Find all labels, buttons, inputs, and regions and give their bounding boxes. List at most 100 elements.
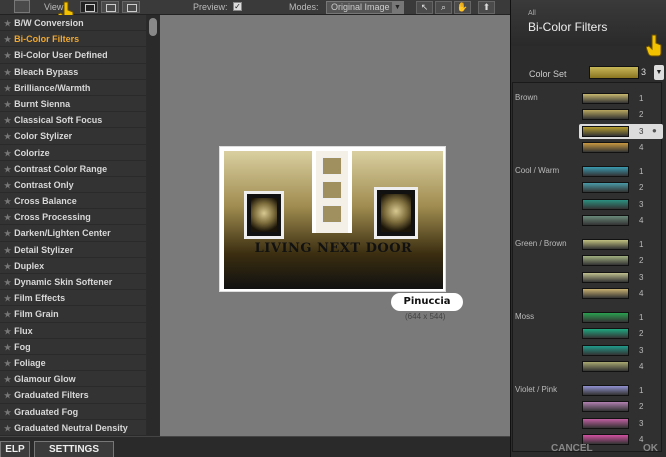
star-icon[interactable]: ★ <box>4 181 11 190</box>
star-icon[interactable]: ★ <box>4 343 11 352</box>
star-icon[interactable]: ★ <box>4 424 11 433</box>
filter-item[interactable]: ★ Film Effects <box>0 290 146 307</box>
color-swatch[interactable] <box>582 312 629 323</box>
color-set-label: Color Set <box>529 69 567 79</box>
star-icon[interactable]: ★ <box>4 262 11 271</box>
filter-item[interactable]: ★ Bi-Color Filters <box>0 31 146 48</box>
single-view-button[interactable] <box>80 1 98 13</box>
color-swatch[interactable] <box>582 360 629 372</box>
filter-item[interactable]: ★ Brilliance/Warmth <box>0 80 146 96</box>
filter-item[interactable]: ★ Detail Stylizer <box>0 242 146 258</box>
star-icon[interactable]: ★ <box>4 19 11 28</box>
filter-item[interactable]: ★ Bi-Color User Defined <box>0 47 146 64</box>
filter-list-scrollbar[interactable] <box>147 15 159 436</box>
filter-item[interactable]: ★ Graduated Neutral Density <box>0 420 146 436</box>
star-icon[interactable]: ★ <box>4 197 11 206</box>
filter-item[interactable]: ★ Colorize <box>0 145 146 161</box>
star-icon[interactable]: ★ <box>4 165 11 174</box>
star-icon[interactable]: ★ <box>4 149 11 158</box>
filter-item[interactable]: ★ Contrast Only <box>0 177 146 194</box>
filter-item[interactable]: ★ Bleach Bypass <box>0 64 146 80</box>
filter-item[interactable]: ★ Classical Soft Focus <box>0 112 146 129</box>
star-icon[interactable]: ★ <box>4 294 11 303</box>
side-by-side-view-button[interactable] <box>122 1 140 13</box>
settings-button[interactable]: SETTINGS <box>34 441 114 457</box>
cancel-button[interactable]: CANCEL <box>551 443 593 454</box>
star-icon[interactable]: ★ <box>4 229 11 238</box>
color-set-swatch[interactable] <box>589 66 639 79</box>
color-swatch[interactable] <box>582 214 629 226</box>
mode-select[interactable]: Original Image ▼ <box>326 1 404 14</box>
star-icon[interactable]: ★ <box>4 213 11 222</box>
left-portrait-frame <box>244 191 284 239</box>
star-icon[interactable]: ★ <box>4 278 11 287</box>
panel-title: Bi-Color Filters <box>528 20 608 34</box>
color-swatch[interactable] <box>582 239 629 250</box>
filter-item[interactable]: ★ Fog <box>0 339 146 355</box>
star-icon[interactable]: ★ <box>4 246 11 255</box>
filter-item[interactable]: ★ Duplex <box>0 258 146 274</box>
star-icon[interactable]: ★ <box>4 327 11 336</box>
star-icon[interactable]: ★ <box>4 132 11 141</box>
preview-label: Preview: <box>193 2 228 12</box>
color-swatch[interactable] <box>582 198 629 210</box>
filter-item[interactable]: ★ Dynamic Skin Softener <box>0 274 146 291</box>
filter-item[interactable]: ★ Burnt Sienna <box>0 96 146 113</box>
layout-icon[interactable] <box>14 0 30 13</box>
color-swatch[interactable] <box>582 417 629 429</box>
swatch-number: 3 <box>639 126 644 136</box>
star-icon[interactable]: ★ <box>4 408 11 417</box>
filter-item[interactable]: ★ Darken/Lighten Center <box>0 225 146 242</box>
star-icon[interactable]: ★ <box>4 310 11 319</box>
star-icon[interactable]: ★ <box>4 116 11 125</box>
swatch-number: 1 <box>639 94 644 103</box>
filter-item[interactable]: ★ Flux <box>0 323 146 339</box>
color-set-value: 3 <box>641 67 647 77</box>
color-swatch[interactable] <box>582 109 629 121</box>
filter-item-label: Darken/Lighten Center <box>14 228 111 239</box>
preview-area[interactable]: LIVING NEXT DOOR Pinuccia (644 x 544) <box>160 15 510 436</box>
color-swatch[interactable] <box>582 271 629 283</box>
split-view-button[interactable] <box>101 1 119 13</box>
star-icon[interactable]: ★ <box>4 391 11 400</box>
color-swatch[interactable] <box>582 287 629 299</box>
filter-item[interactable]: ★ Contrast Color Range <box>0 161 146 177</box>
star-icon[interactable]: ★ <box>4 100 11 109</box>
color-swatch[interactable] <box>582 182 629 194</box>
filter-item[interactable]: ★ Foliage <box>0 355 146 372</box>
color-swatch[interactable] <box>582 125 629 137</box>
hand-tool-icon[interactable]: ✋ <box>454 1 471 14</box>
ok-button[interactable]: OK <box>643 443 658 454</box>
scrollbar-thumb[interactable] <box>149 18 157 36</box>
preview-checkbox[interactable]: ✓ <box>233 2 242 11</box>
star-icon[interactable]: ★ <box>4 35 11 44</box>
filter-item[interactable]: ★ B/W Conversion <box>0 15 146 32</box>
pointer-tool-icon[interactable]: ↖ <box>416 1 433 14</box>
filter-item[interactable]: ★ Graduated Filters <box>0 387 146 404</box>
star-icon[interactable]: ★ <box>4 359 11 368</box>
color-swatch[interactable] <box>582 401 629 413</box>
filter-item[interactable]: ★ Cross Processing <box>0 209 146 226</box>
star-icon[interactable]: ★ <box>4 84 11 93</box>
filter-item[interactable]: ★ Film Grain <box>0 306 146 323</box>
color-swatch[interactable] <box>582 255 629 267</box>
filter-item[interactable]: ★ Graduated Fog <box>0 404 146 420</box>
help-button[interactable]: ELP <box>0 441 30 457</box>
filter-item[interactable]: ★ Glamour Glow <box>0 371 146 388</box>
color-swatch[interactable] <box>582 166 629 177</box>
color-set-dropdown-button[interactable]: ▼ <box>654 65 664 80</box>
filter-item-label: Color Stylizer <box>14 131 73 142</box>
filter-item[interactable]: ★ Cross Balance <box>0 193 146 210</box>
star-icon[interactable]: ★ <box>4 51 11 60</box>
color-swatch[interactable] <box>582 141 629 153</box>
color-swatch[interactable] <box>582 328 629 340</box>
swatch-number: 2 <box>639 402 644 412</box>
color-swatch[interactable] <box>582 93 629 104</box>
star-icon[interactable]: ★ <box>4 375 11 384</box>
star-icon[interactable]: ★ <box>4 68 11 77</box>
color-swatch[interactable] <box>582 385 629 396</box>
filter-item[interactable]: ★ Color Stylizer <box>0 128 146 145</box>
pin-tool-icon[interactable]: ⬆ <box>478 1 495 14</box>
color-swatch[interactable] <box>582 344 629 356</box>
zoom-tool-icon[interactable]: ⌕ <box>435 1 452 14</box>
